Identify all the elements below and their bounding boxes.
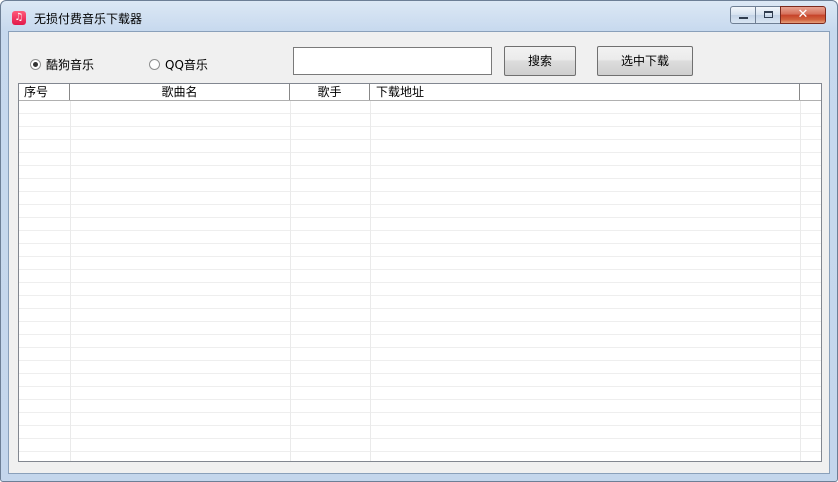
app-window: ♫ 无损付费音乐下载器 ✕ 酷狗音乐 QQ音乐 搜索 选中下载 序号 歌曲名 歌…: [0, 0, 838, 482]
search-input[interactable]: [293, 47, 492, 75]
column-header-singer[interactable]: 歌手: [290, 84, 370, 100]
minimize-icon: [739, 17, 748, 19]
column-header-url[interactable]: 下载地址: [370, 84, 800, 100]
maximize-icon: [764, 11, 773, 18]
column-divider: [70, 101, 71, 461]
minimize-button[interactable]: [730, 6, 756, 24]
search-button[interactable]: 搜索: [504, 46, 576, 76]
radio-kugou-music[interactable]: 酷狗音乐: [30, 56, 94, 73]
radio-label: 酷狗音乐: [46, 58, 95, 72]
window-title: 无损付费音乐下载器: [34, 12, 143, 26]
close-button[interactable]: ✕: [780, 6, 826, 24]
download-selected-button[interactable]: 选中下载: [597, 46, 693, 76]
radio-label: QQ音乐: [165, 58, 208, 72]
close-icon: ✕: [797, 7, 809, 22]
music-note-icon: ♫: [12, 11, 26, 25]
radio-dot-icon[interactable]: [30, 59, 41, 70]
column-divider: [370, 101, 371, 461]
results-table[interactable]: 序号 歌曲名 歌手 下载地址: [18, 83, 822, 462]
column-divider: [800, 101, 801, 461]
column-divider: [290, 101, 291, 461]
table-body[interactable]: [19, 101, 821, 461]
column-header-filler: [800, 84, 821, 100]
table-header: 序号 歌曲名 歌手 下载地址: [19, 84, 821, 101]
main-panel: 酷狗音乐 QQ音乐 搜索 选中下载 序号 歌曲名 歌手 下载地址: [8, 31, 830, 474]
radio-dot-icon[interactable]: [149, 59, 160, 70]
maximize-button[interactable]: [755, 6, 781, 24]
column-header-song[interactable]: 歌曲名: [70, 84, 290, 100]
radio-qq-music[interactable]: QQ音乐: [149, 56, 208, 73]
title-bar[interactable]: ♫ 无损付费音乐下载器 ✕: [1, 1, 837, 31]
column-header-index[interactable]: 序号: [19, 84, 70, 100]
